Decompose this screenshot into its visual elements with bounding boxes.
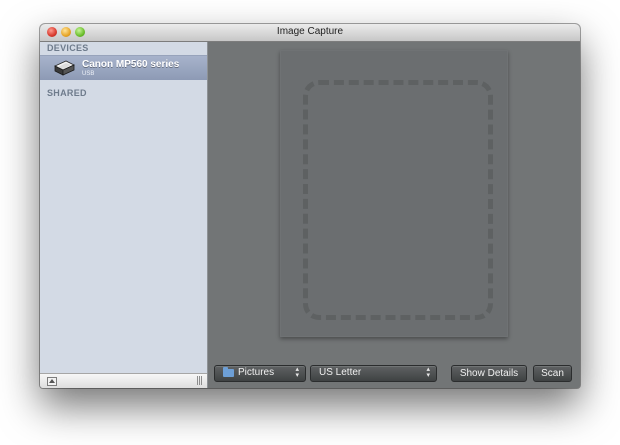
destination-label: Pictures	[238, 367, 275, 378]
devices-header: DEVICES	[47, 43, 89, 53]
scan-page-preview	[280, 50, 508, 337]
bottom-toolbar: Pictures ▴ ▾ US Letter ▴ ▾ Show Details Sc…	[208, 360, 580, 388]
sidebar: DEVICES Canon MP560 series USB SHARED	[40, 42, 208, 388]
scan-preview-area: Pictures ▴ ▾ US Letter ▴ ▾ Show Details Sc…	[208, 42, 580, 388]
sidebar-resize-handle[interactable]	[197, 376, 203, 385]
printer-icon	[52, 59, 76, 77]
destination-popup[interactable]: Pictures ▴ ▾	[214, 365, 306, 382]
page-size-label: US Letter	[319, 367, 362, 378]
eject-icon[interactable]	[47, 377, 57, 386]
page-size-popup[interactable]: US Letter ▴ ▾	[310, 365, 437, 382]
title-bar[interactable]: Image Capture	[40, 24, 580, 42]
image-capture-window: Image Capture DEVICES Canon MP560 series…	[40, 24, 580, 388]
shared-header: SHARED	[47, 88, 87, 98]
popup-arrows-icon: ▴ ▾	[295, 366, 299, 379]
device-connection: USB	[82, 71, 95, 77]
device-name: Canon MP560 series	[82, 59, 180, 70]
folder-icon	[223, 367, 234, 377]
popup-arrows-icon: ▴ ▾	[426, 366, 430, 379]
sidebar-bottom-bar	[40, 373, 207, 388]
show-details-button[interactable]: Show Details	[451, 365, 527, 382]
window-title: Image Capture	[276, 26, 344, 37]
scan-button[interactable]: Scan	[533, 365, 572, 382]
sidebar-item-canon-mp560[interactable]: Canon MP560 series USB	[40, 55, 207, 80]
scan-selection-frame[interactable]	[303, 80, 493, 320]
